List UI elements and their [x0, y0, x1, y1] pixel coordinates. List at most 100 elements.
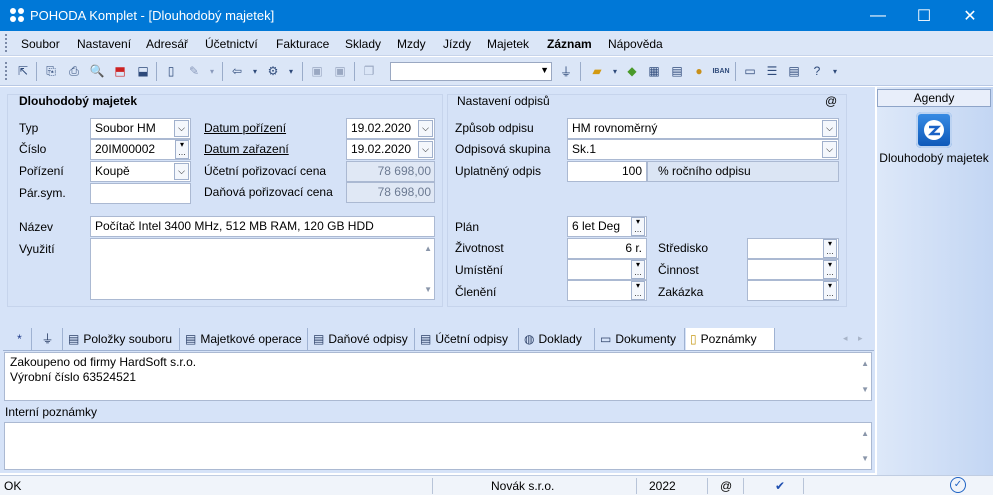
asset-agenda-icon[interactable] — [916, 112, 952, 148]
tab-majetkove-operace[interactable]: ▤ Majetkové operace — [181, 328, 308, 350]
datum-zarazeni-field[interactable]: 19.02.2020 ⌵ — [346, 139, 435, 160]
tab-danove-odpisy[interactable]: ▤ Daňové odpisy — [309, 328, 415, 350]
plan-field[interactable]: 6 let Deg ▾… — [567, 216, 647, 237]
zakazka-picker-button[interactable]: ▾… — [823, 281, 837, 300]
tab-poznamky[interactable]: ▯ Poznámky — [686, 328, 775, 350]
zivotnost-field[interactable]: 6 r. — [567, 238, 647, 259]
uplatneny-field[interactable]: 100 — [567, 161, 647, 182]
tab-asterisk[interactable]: * — [4, 328, 32, 350]
money-icon[interactable]: ◆ — [623, 62, 641, 80]
nazev-field[interactable]: Počítač Intel 3400 MHz, 512 MB RAM, 120 … — [90, 216, 435, 237]
chevron-down-icon[interactable]: ▼ — [540, 65, 549, 75]
settings-dropdown-icon[interactable]: ▾ — [282, 62, 300, 80]
back-icon[interactable]: ⇦ — [228, 62, 246, 80]
stredisko-field[interactable]: ▾… — [747, 238, 839, 259]
navigate-icon[interactable]: ⇱ — [14, 62, 32, 80]
menu-fakturace[interactable]: Fakturace — [276, 37, 329, 51]
copy-icon[interactable]: ⎘ — [42, 62, 60, 80]
tab-scroll-left-icon[interactable]: ◂ — [843, 333, 848, 344]
chevron-down-icon[interactable]: ⌵ — [418, 141, 433, 158]
number-series-button[interactable]: ▾… — [175, 140, 189, 159]
menu-mzdy[interactable]: Mzdy — [397, 37, 426, 51]
help-icon[interactable]: ? — [808, 62, 826, 80]
tab-filter[interactable]: ⏚ — [33, 328, 63, 350]
porizeni-select[interactable]: Koupě ⌵ — [90, 161, 191, 182]
cislo-field[interactable]: 20IM00002 ▾… — [90, 139, 191, 160]
at-button[interactable]: @ — [825, 94, 837, 108]
menu-jizdy[interactable]: Jízdy — [443, 37, 471, 51]
status-check-icon[interactable]: ✔ — [775, 479, 785, 493]
plan-picker-button[interactable]: ▾… — [631, 217, 645, 236]
chevron-down-icon[interactable]: ⌵ — [822, 120, 837, 137]
scroll-down-icon[interactable]: ▼ — [861, 451, 869, 466]
print-preview-icon[interactable]: 🔍 — [88, 62, 106, 80]
umisteni-field[interactable]: ▾… — [567, 259, 647, 280]
help-dropdown-icon[interactable]: ▾ — [826, 62, 844, 80]
stredisko-picker-button[interactable]: ▾… — [823, 239, 837, 258]
tab-dokumenty[interactable]: ▭ Dokumenty — [596, 328, 685, 350]
menu-grip[interactable] — [5, 34, 8, 52]
calculator-icon[interactable]: ▤ — [668, 62, 686, 80]
tab-doklady[interactable]: ◍ Doklady — [520, 328, 595, 350]
back-dropdown-icon[interactable]: ▾ — [246, 62, 264, 80]
skupina-select[interactable]: Sk.1 ⌵ — [567, 139, 839, 160]
menu-napoveda[interactable]: Nápověda — [608, 37, 663, 51]
tab-ucetni-odpisy[interactable]: ▤ Účetní odpisy — [416, 328, 519, 350]
list-icon[interactable]: ☰ — [763, 62, 781, 80]
filter-icon[interactable]: ⏚ — [557, 62, 575, 80]
scroll-down-icon[interactable]: ▼ — [424, 282, 432, 297]
quick-search-combo[interactable]: ▼ — [390, 62, 552, 81]
tab-polozky-souboru[interactable]: ▤ Položky souboru — [64, 328, 180, 350]
typ-select[interactable]: Soubor HM ⌵ — [90, 118, 191, 139]
form-icon[interactable]: ▤ — [785, 62, 803, 80]
parsym-field[interactable] — [90, 183, 191, 204]
edit-dropdown-icon[interactable]: ▾ — [203, 62, 221, 80]
cinnost-field[interactable]: ▾… — [747, 259, 839, 280]
zakazka-field[interactable]: ▾… — [747, 280, 839, 301]
close-button[interactable]: ✕ — [947, 0, 993, 31]
poznamky-textarea[interactable]: Zakoupeno od firmy HardSoft s.r.o. Výrob… — [4, 352, 872, 401]
edit-icon[interactable]: ✎ — [185, 62, 203, 80]
interni-poznamky-textarea[interactable]: ▲ ▼ — [4, 422, 872, 470]
cleneni-field[interactable]: ▾… — [567, 280, 647, 301]
chevron-down-icon[interactable]: ⌵ — [822, 141, 837, 158]
datum-porizeni-field[interactable]: 19.02.2020 ⌵ — [346, 118, 435, 139]
minimize-button[interactable]: — — [855, 0, 901, 31]
maximize-button[interactable]: ☐ — [901, 0, 947, 31]
print-icon[interactable]: ⎙ — [65, 62, 83, 80]
settings-icon[interactable]: ⚙ — [264, 62, 282, 80]
chevron-down-icon[interactable]: ⌵ — [174, 120, 189, 137]
menu-zaznam[interactable]: Záznam — [547, 37, 592, 51]
chevron-down-icon[interactable]: ⌵ — [174, 163, 189, 180]
export-icon[interactable]: ⬓ — [134, 62, 152, 80]
umisteni-picker-button[interactable]: ▾… — [631, 260, 645, 279]
vyuziti-field[interactable]: ▲ ▼ — [90, 238, 435, 300]
cinnost-picker-button[interactable]: ▾… — [823, 260, 837, 279]
save-as-icon[interactable]: ▣ — [331, 62, 349, 80]
tab-scroll-right-icon[interactable]: ▸ — [858, 333, 863, 344]
new-record-icon[interactable]: ▯ — [162, 62, 180, 80]
scroll-up-icon[interactable]: ▲ — [424, 241, 432, 256]
toolbar-grip[interactable] — [5, 62, 8, 80]
folder-icon[interactable]: ▰ — [588, 62, 606, 80]
status-ok-icon[interactable]: ✓ — [950, 477, 966, 493]
menu-ucetnictvi[interactable]: Účetnictví — [205, 37, 258, 51]
coins-icon[interactable]: ● — [690, 62, 708, 80]
menu-sklady[interactable]: Sklady — [345, 37, 381, 51]
duplicate-icon[interactable]: ❐ — [360, 62, 378, 80]
menu-nastaveni[interactable]: Nastavení — [77, 37, 131, 51]
calendar-icon[interactable]: ▦ — [645, 62, 663, 80]
report-icon[interactable]: ▭ — [741, 62, 759, 80]
folder-dropdown-icon[interactable]: ▾ — [606, 62, 624, 80]
iban-icon[interactable]: IBAN — [712, 62, 730, 80]
scroll-up-icon[interactable]: ▲ — [861, 356, 869, 371]
scroll-down-icon[interactable]: ▼ — [861, 382, 869, 397]
agendy-item-dlouhodoby-majetek[interactable]: Dlouhodobý majetek — [877, 151, 991, 166]
zpusob-select[interactable]: HM rovnoměrný ⌵ — [567, 118, 839, 139]
cleneni-picker-button[interactable]: ▾… — [631, 281, 645, 300]
menu-soubor[interactable]: Soubor — [21, 37, 60, 51]
pdf-icon[interactable]: ⬒ — [111, 62, 129, 80]
chevron-down-icon[interactable]: ⌵ — [418, 120, 433, 137]
menu-majetek[interactable]: Majetek — [487, 37, 529, 51]
menu-adresar[interactable]: Adresář — [146, 37, 188, 51]
